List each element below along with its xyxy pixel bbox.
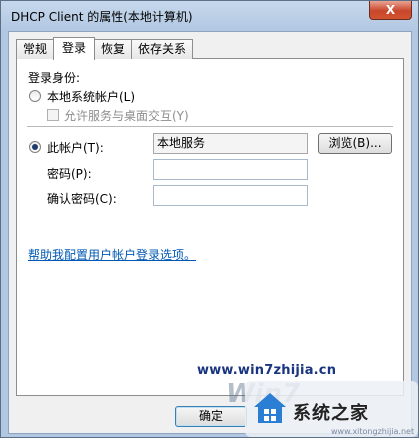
help-link[interactable]: 帮助我配置用户帐户登录选项。 (28, 246, 196, 263)
close-button[interactable]: X (369, 1, 412, 20)
tab-dependencies[interactable]: 依存关系 (131, 39, 194, 59)
password-field[interactable] (153, 159, 308, 180)
this-account-radio[interactable] (29, 141, 41, 153)
this-account-label: 此帐户(T): (47, 141, 104, 155)
tab-recovery[interactable]: 恢复 (94, 39, 133, 59)
watermark-site-name: 系统之家 (293, 403, 369, 424)
properties-window: DHCP Client 的属性(本地计算机) X 常规 登录 恢复 依存关系 登… (0, 0, 419, 438)
tab-logon[interactable]: 登录 (53, 37, 96, 60)
local-system-radio[interactable] (29, 90, 41, 102)
local-system-label: 本地系统帐户(L) (47, 90, 136, 104)
close-icon: X (385, 3, 396, 17)
watermark-url: www.win7zhijia.cn (197, 363, 337, 378)
password-label: 密码(P): (47, 167, 92, 181)
allow-desktop-checkbox[interactable] (47, 109, 59, 121)
logon-tab-panel: 登录身份: 本地系统帐户(L) 允许服务与桌面交互(Y) 此帐户(T): 本地服… (16, 58, 404, 396)
watermark-small-url: www.xitongzhijia.net (331, 427, 415, 436)
separator (27, 126, 393, 127)
confirm-password-field[interactable] (153, 185, 308, 206)
title-bar[interactable]: DHCP Client 的属性(本地计算机) X (1, 1, 418, 31)
window-title: DHCP Client 的属性(本地计算机) (11, 10, 193, 24)
tab-general[interactable]: 常规 (16, 39, 55, 59)
browse-button[interactable]: 浏览(B)... (318, 133, 392, 154)
confirm-password-label: 确认密码(C): (47, 192, 117, 206)
house-logo-icon (254, 393, 286, 423)
tab-strip: 常规 登录 恢复 依存关系 (16, 37, 194, 60)
logon-as-label: 登录身份: (28, 71, 81, 85)
ok-button[interactable]: 确定 (175, 406, 247, 427)
account-name-input[interactable]: 本地服务 (153, 133, 308, 154)
allow-desktop-label: 允许服务与桌面交互(Y) (64, 109, 189, 123)
